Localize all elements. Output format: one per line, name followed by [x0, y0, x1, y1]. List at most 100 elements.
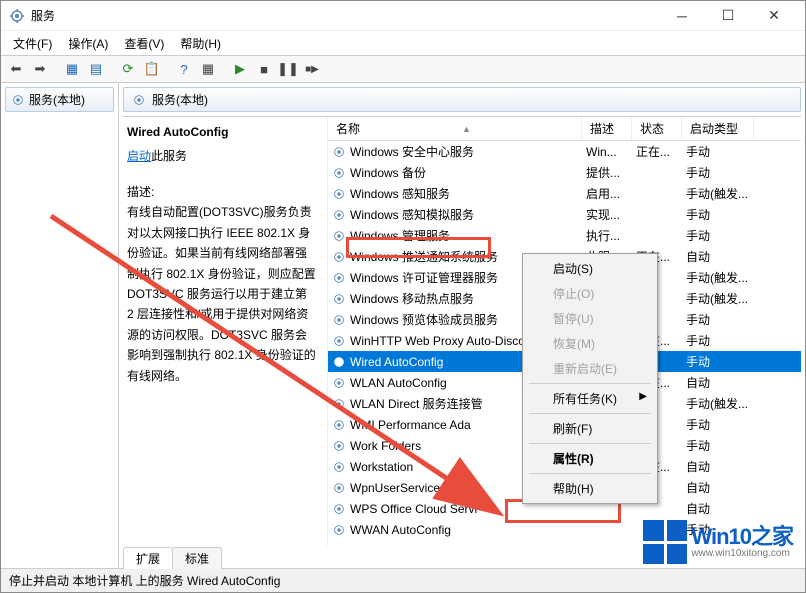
gear-icon	[332, 439, 346, 453]
col-desc[interactable]: 描述	[582, 117, 632, 140]
col-type[interactable]: 启动类型	[682, 117, 754, 140]
cell-desc: 提供...	[582, 164, 632, 181]
menu-action[interactable]: 操作(A)	[60, 33, 116, 54]
context-menu: 启动(S) 停止(O) 暂停(U) 恢复(M) 重新启动(E) 所有任务(K)▶…	[522, 253, 658, 504]
start-service-button[interactable]: ▶	[229, 58, 251, 80]
stop-service-button[interactable]: ■	[253, 58, 275, 80]
cell-name: Windows 管理服务	[350, 227, 450, 244]
ctx-stop: 停止(O)	[525, 281, 655, 306]
table-row[interactable]: Windows 安全中心服务Win...正在...手动	[328, 141, 801, 162]
gear-icon	[332, 250, 346, 264]
cell-type: 自动	[682, 479, 754, 496]
gear-icon	[332, 502, 346, 516]
ctx-properties[interactable]: 属性(R)	[525, 446, 655, 471]
detail-title: Wired AutoConfig	[127, 125, 317, 139]
gear-icon	[332, 313, 346, 327]
col-name[interactable]: 名称▲	[328, 117, 582, 140]
cell-desc: 启用...	[582, 185, 632, 202]
gear-icon	[332, 418, 346, 432]
ctx-pause: 暂停(U)	[525, 306, 655, 331]
pause-service-button[interactable]: ❚❚	[277, 58, 299, 80]
cell-name: Windows 推送通知系统服务	[350, 248, 498, 265]
forward-button[interactable]: ➡	[29, 58, 51, 80]
gear-icon	[332, 292, 346, 306]
close-button[interactable]: ✕	[751, 1, 797, 31]
menu-view[interactable]: 查看(V)	[116, 33, 172, 54]
submenu-arrow-icon: ▶	[639, 391, 647, 402]
cell-type: 手动	[682, 164, 754, 181]
cell-type: 手动(触发...	[682, 185, 754, 202]
table-row[interactable]: Windows 感知服务启用...手动(触发...	[328, 183, 801, 204]
cell-type: 手动(触发...	[682, 395, 754, 412]
cell-name: Workstation	[350, 460, 413, 474]
ctx-refresh[interactable]: 刷新(F)	[525, 416, 655, 441]
cell-name: Windows 移动热点服务	[350, 290, 474, 307]
tree-item-label: 服务(本地)	[29, 91, 85, 108]
ctx-start[interactable]: 启动(S)	[525, 256, 655, 281]
menubar: 文件(F) 操作(A) 查看(V) 帮助(H)	[1, 31, 805, 55]
ctx-help[interactable]: 帮助(H)	[525, 476, 655, 501]
properties-button[interactable]: ▤	[85, 58, 107, 80]
cell-type: 自动	[682, 374, 754, 391]
ctx-all-tasks[interactable]: 所有任务(K)▶	[525, 386, 655, 411]
help-button[interactable]: ?	[173, 58, 195, 80]
cell-type: 手动	[682, 206, 754, 223]
toolbar: ⬅ ➡ ▦ ▤ ⟳ 📋 ? ▦ ▶ ■ ❚❚ ■▶	[1, 55, 805, 83]
tab-extended[interactable]: 扩展	[123, 547, 173, 569]
gear-icon	[332, 271, 346, 285]
cell-desc: Win...	[582, 145, 632, 159]
content: 服务(本地) 服务(本地) Wired AutoConfig 启动此服务 描述:…	[1, 83, 805, 568]
cell-name: WPS Office Cloud Servi	[350, 502, 477, 516]
gear-icon	[11, 93, 25, 107]
list-header: 服务(本地)	[123, 87, 801, 112]
props2-button[interactable]: ▦	[197, 58, 219, 80]
gear-icon	[332, 397, 346, 411]
gear-icon	[332, 187, 346, 201]
watermark-title: Win10之家	[691, 526, 793, 548]
tree-pane: 服务(本地)	[1, 83, 119, 568]
status-text: 停止并启动 本地计算机 上的服务 Wired AutoConfig	[9, 572, 280, 589]
window-title: 服务	[31, 7, 659, 24]
start-suffix: 此服务	[151, 149, 187, 163]
windows-logo-icon	[643, 520, 687, 564]
tree-item-services-local[interactable]: 服务(本地)	[5, 87, 114, 112]
app-icon	[9, 8, 25, 24]
cell-name: Windows 备份	[350, 164, 426, 181]
watermark: Win10之家 www.win10xitong.com	[643, 520, 793, 564]
cell-name: WLAN AutoConfig	[350, 376, 447, 390]
ctx-restart: 重新启动(E)	[525, 356, 655, 381]
table-row[interactable]: Windows 管理服务 执行... 手动	[328, 225, 801, 246]
menu-file[interactable]: 文件(F)	[5, 33, 60, 54]
cell-name: WLAN Direct 服务连接管	[350, 395, 483, 412]
gear-icon	[332, 334, 346, 348]
gear-icon	[332, 355, 346, 369]
table-row[interactable]: Windows 感知模拟服务实现...手动	[328, 204, 801, 225]
back-button[interactable]: ⬅	[5, 58, 27, 80]
gear-icon	[132, 93, 146, 107]
maximize-button[interactable]: ☐	[705, 1, 751, 31]
cell-type: 自动	[682, 500, 754, 517]
ctx-resume: 恢复(M)	[525, 331, 655, 356]
cell-type: 手动	[682, 437, 754, 454]
cell-type: 手动(触发...	[682, 290, 754, 307]
cell-type: 手动	[682, 227, 754, 244]
show-hide-button[interactable]: ▦	[61, 58, 83, 80]
table-row[interactable]: Windows 备份 提供... 手动	[328, 162, 801, 183]
service-detail: Wired AutoConfig 启动此服务 描述: 有线自动配置(DOT3SV…	[123, 117, 327, 546]
restart-service-button[interactable]: ■▶	[301, 58, 323, 80]
export-button[interactable]: 📋	[141, 58, 163, 80]
cell-name: Wired AutoConfig	[350, 355, 443, 369]
gear-icon	[332, 229, 346, 243]
minimize-button[interactable]: ─	[659, 1, 705, 31]
menu-help[interactable]: 帮助(H)	[172, 33, 229, 54]
cell-name: WpnUserService_1ff0c	[350, 481, 473, 495]
cell-name: Windows 安全中心服务	[350, 143, 474, 160]
gear-icon	[332, 460, 346, 474]
column-headers: 名称▲ 描述 状态 启动类型	[328, 117, 801, 141]
col-status[interactable]: 状态	[632, 117, 682, 140]
tab-standard[interactable]: 标准	[172, 547, 222, 569]
watermark-url: www.win10xitong.com	[691, 548, 789, 559]
refresh-button[interactable]: ⟳	[117, 58, 139, 80]
start-link[interactable]: 启动	[127, 149, 151, 163]
cell-desc: 执行...	[582, 227, 632, 244]
